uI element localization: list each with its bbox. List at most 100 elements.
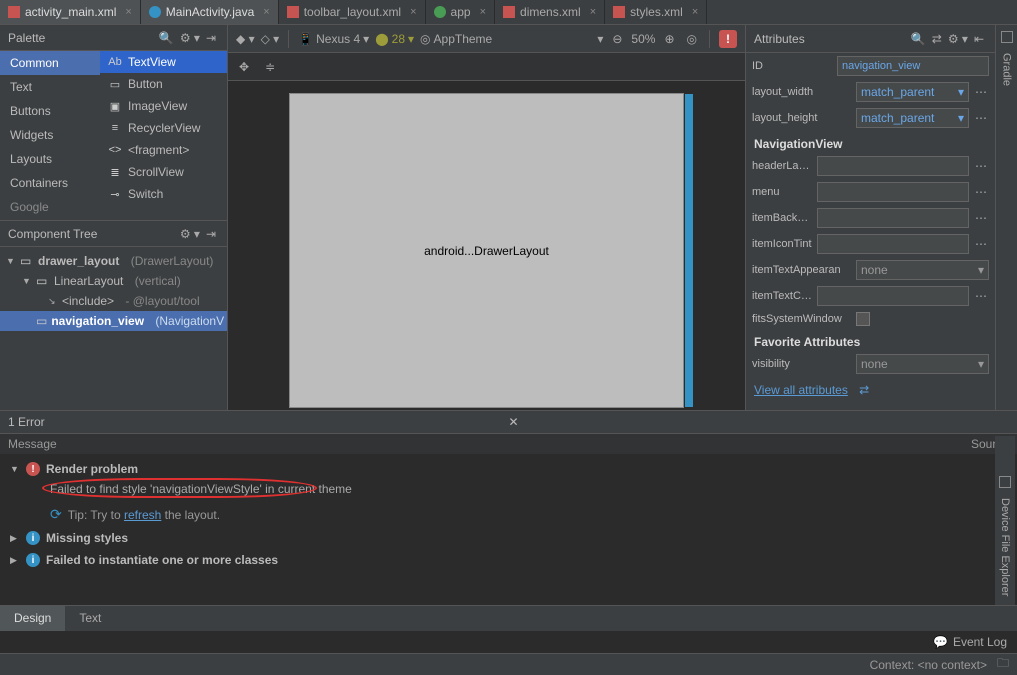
tree-row-navigation-view[interactable]: ▭navigation_view (NavigationV <box>0 311 227 331</box>
search-icon[interactable]: 🔍 <box>156 31 177 45</box>
close-icon[interactable]: × <box>410 6 416 18</box>
more-icon[interactable]: ⋯ <box>973 211 989 225</box>
zoom-level: 50% <box>631 32 655 46</box>
collapse-icon[interactable]: ⇤ <box>971 32 987 46</box>
info-icon: i <box>26 553 40 567</box>
palette-cat-widgets[interactable]: Widgets <box>0 123 100 147</box>
tab-styles[interactable]: styles.xml× <box>605 0 707 24</box>
more-icon[interactable]: ⋯ <box>973 237 989 251</box>
palette-item-recyclerview[interactable]: ≡RecyclerView <box>100 117 227 139</box>
warnings-badge[interactable]: ! <box>719 30 737 48</box>
tab-main-activity[interactable]: MainActivity.java× <box>141 0 279 24</box>
swap-icon[interactable]: ⇄ <box>929 32 945 46</box>
event-log-bar[interactable]: 💬Event Log <box>0 631 1017 653</box>
tab-app[interactable]: app× <box>426 0 495 24</box>
status-icon[interactable]: 🗀 <box>997 654 1009 675</box>
palette-item-switch[interactable]: ⊸Switch <box>100 183 227 205</box>
error-item-render[interactable]: ▼!Render problem <box>0 458 1017 480</box>
palette-item-textview[interactable]: AbTextView <box>100 51 227 73</box>
device-dropdown[interactable]: 📱 Nexus 4 ▾ <box>298 32 369 46</box>
view-mode-dropdown[interactable]: ◆ ▾ <box>236 32 255 46</box>
gradle-icon[interactable] <box>1001 31 1013 43</box>
palette-item-scrollview[interactable]: ≣ScrollView <box>100 161 227 183</box>
attr-layout-width-dropdown[interactable]: match_parent▾ <box>856 82 969 102</box>
palette-cat-buttons[interactable]: Buttons <box>0 99 100 123</box>
more-icon[interactable]: ⋯ <box>973 85 989 99</box>
view-all-attributes-link[interactable]: View all attributes <box>746 377 856 403</box>
theme-dropdown[interactable]: ◎ AppTheme <box>420 32 492 46</box>
tree-row-include[interactable]: ↘<include> - @layout/tool <box>0 291 227 311</box>
attr-menu-input[interactable] <box>817 182 969 202</box>
palette-item-fragment[interactable]: <><fragment> <box>100 139 227 161</box>
more-icon[interactable]: ⋯ <box>973 111 989 125</box>
close-icon[interactable]: × <box>692 6 698 18</box>
close-icon[interactable]: × <box>590 6 596 18</box>
attr-id-input[interactable] <box>837 56 989 76</box>
device-frame[interactable]: android...DrawerLayout <box>289 93 684 408</box>
attr-layout-height-dropdown[interactable]: match_parent▾ <box>856 108 969 128</box>
zoom-fit-icon[interactable]: ◎ <box>684 32 700 46</box>
attr-fitssystemwindows-checkbox[interactable] <box>856 312 870 326</box>
tree-row-linearlayout[interactable]: ▼▭LinearLayout (vertical) <box>0 271 227 291</box>
tab-dimens[interactable]: dimens.xml× <box>495 0 605 24</box>
align-icon[interactable]: ≑ <box>262 60 278 74</box>
palette-cat-text[interactable]: Text <box>0 75 100 99</box>
error-item-failed-instantiate[interactable]: ▶iFailed to instantiate one or more clas… <box>0 549 1017 571</box>
close-icon[interactable]: ✕ <box>509 415 1010 429</box>
refresh-icon[interactable]: ⟳ <box>50 506 62 523</box>
close-icon[interactable]: × <box>480 6 486 18</box>
error-detail: Failed to find style 'navigationViewStyl… <box>0 480 1017 502</box>
error-item-missing-styles[interactable]: ▶iMissing styles <box>0 527 1017 549</box>
more-icon[interactable]: ⋯ <box>973 289 989 303</box>
palette-cat-containers[interactable]: Containers <box>0 171 100 195</box>
attr-headerlayout-input[interactable] <box>817 156 969 176</box>
more-icon[interactable]: ⋯ <box>973 159 989 173</box>
locale-dropdown[interactable]: ▾ <box>597 32 603 46</box>
search-icon[interactable]: 🔍 <box>908 32 929 46</box>
editor-tabs: activity_main.xml× MainActivity.java× to… <box>0 0 1017 25</box>
text-tab[interactable]: Text <box>65 606 115 631</box>
attr-itemicontint-input[interactable] <box>817 234 969 254</box>
gear-icon[interactable]: ⚙ ▾ <box>945 32 971 46</box>
palette-cat-common[interactable]: Common <box>0 51 100 75</box>
refresh-link[interactable]: refresh <box>124 508 161 522</box>
context-label[interactable]: Context: <no context> <box>870 658 987 672</box>
palette-cat-layouts[interactable]: Layouts <box>0 147 100 171</box>
attr-itemtextcolor-input[interactable] <box>817 286 969 306</box>
preview-mode-strip: ✥ ≑ <box>228 53 745 81</box>
editor-mode-tabs: Design Text <box>0 605 1017 631</box>
more-icon[interactable]: ⋯ <box>973 185 989 199</box>
zoom-in-icon[interactable]: ⊕ <box>661 32 677 46</box>
design-toolbar: ◆ ▾ ◇ ▾ 📱 Nexus 4 ▾ ⬤ 28 ▾ ◎ AppTheme ▾ … <box>228 25 745 53</box>
palette-header: Palette 🔍 ⚙ ▾ ⇥ <box>0 25 227 51</box>
design-tab[interactable]: Design <box>0 606 65 631</box>
close-icon[interactable]: × <box>263 6 269 18</box>
device-file-explorer-icon[interactable] <box>999 476 1011 488</box>
attr-itembackground-input[interactable] <box>817 208 969 228</box>
close-icon[interactable]: × <box>125 6 131 18</box>
zoom-out-icon[interactable]: ⊖ <box>609 32 625 46</box>
tab-activity-main[interactable]: activity_main.xml× <box>0 0 141 24</box>
layout-preview[interactable]: android...DrawerLayout <box>228 81 745 410</box>
tab-toolbar-layout[interactable]: toolbar_layout.xml× <box>279 0 426 24</box>
palette-cat-google[interactable]: Google <box>0 195 100 219</box>
palette-categories: Common Text Buttons Widgets Layouts Cont… <box>0 51 100 220</box>
gradle-tab[interactable]: Gradle <box>1001 49 1013 90</box>
gear-icon[interactable]: ⚙ ▾ <box>177 227 203 241</box>
messages-panel: 1 Error✕ MessageSource ▼!Render problem … <box>0 410 1017 605</box>
attr-itemtextappearance-dropdown[interactable]: none▾ <box>856 260 989 280</box>
gear-icon[interactable]: ⚙ ▾ <box>177 31 203 45</box>
pan-icon[interactable]: ✥ <box>236 60 252 74</box>
palette-item-button[interactable]: ▭Button <box>100 73 227 95</box>
info-icon: i <box>26 531 40 545</box>
palette-title: Palette <box>8 31 156 45</box>
attr-section-navigationview: NavigationView <box>746 131 995 153</box>
collapse-icon[interactable]: ⇥ <box>203 227 219 241</box>
attr-visibility-dropdown[interactable]: none▾ <box>856 354 989 374</box>
tree-row-drawer-layout[interactable]: ▼▭drawer_layout (DrawerLayout) <box>0 251 227 271</box>
device-file-explorer-tab[interactable]: Device File Explorer <box>999 494 1011 600</box>
api-dropdown[interactable]: ⬤ 28 ▾ <box>375 32 414 46</box>
orientation-dropdown[interactable]: ◇ ▾ <box>261 32 280 46</box>
collapse-icon[interactable]: ⇥ <box>203 31 219 45</box>
palette-item-imageview[interactable]: ▣ImageView <box>100 95 227 117</box>
